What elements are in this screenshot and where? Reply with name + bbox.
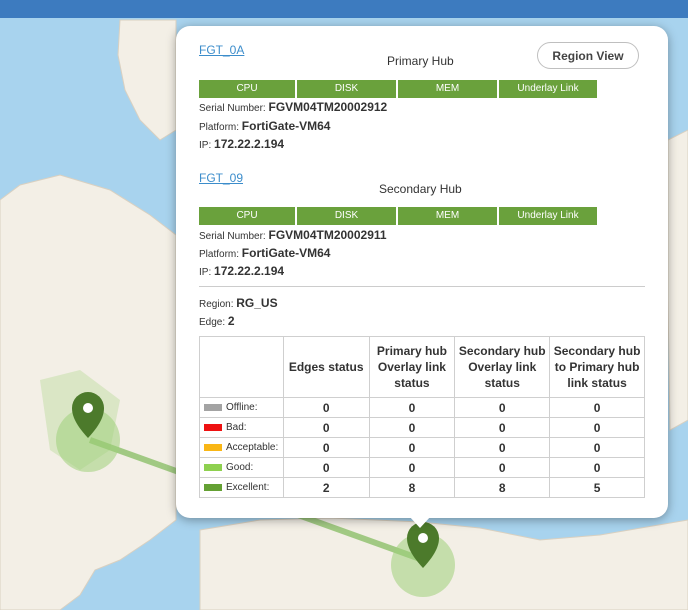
- secondary-serial-row: Serial Number: FGVM04TM20002911: [199, 228, 387, 242]
- secondary-underlay-indicator: Underlay Link: [499, 207, 597, 225]
- ip-value: 172.22.2.194: [214, 137, 285, 151]
- table-cell: 5: [549, 477, 645, 498]
- platform-value: FortiGate-VM64: [241, 246, 331, 260]
- hub-popup: FGT_0A Primary Hub Region View CPU DISK …: [176, 26, 668, 518]
- legend-cell: Offline:: [199, 397, 284, 418]
- ip-label: IP:: [199, 140, 212, 151]
- table-cell: 0: [282, 457, 370, 478]
- ip-value: 172.22.2.194: [214, 264, 285, 278]
- table-header-cell: Secondary hub Overlay link status: [454, 336, 551, 398]
- primary-cpu-indicator: CPU: [199, 80, 295, 98]
- bad-swatch: [204, 423, 222, 431]
- edge-value: 2: [227, 314, 235, 328]
- primary-serial-row: Serial Number: FGVM04TM20002912: [199, 100, 387, 114]
- table-cell: 0: [549, 457, 645, 478]
- legend-cell: Good:: [199, 457, 284, 478]
- serial-value: FGVM04TM20002912: [268, 100, 388, 114]
- legend-label: Good:: [226, 462, 254, 473]
- popup-pointer: [409, 516, 431, 528]
- primary-disk-indicator: DISK: [297, 80, 396, 98]
- primary-ip-row: IP: 172.22.2.194: [199, 137, 284, 151]
- table-header-cell: Primary hub Overlay link status: [368, 336, 456, 398]
- secondary-hub-role: Secondary Hub: [379, 182, 462, 196]
- network-node-icon: [418, 533, 428, 543]
- table-cell: 0: [282, 417, 370, 438]
- edge-row: Edge: 2: [199, 314, 235, 328]
- secondary-mem-indicator: MEM: [398, 207, 497, 225]
- table-row: Bad: 0 0 0 0: [199, 417, 645, 438]
- table-cell: 0: [454, 417, 551, 438]
- table-header-cell: Secondary hub to Primary hub link status: [549, 336, 645, 398]
- primary-mem-indicator: MEM: [398, 80, 497, 98]
- table-cell: 0: [549, 437, 645, 458]
- legend-cell: Excellent:: [199, 477, 284, 498]
- table-cell: 0: [368, 457, 456, 478]
- table-cell: 0: [282, 437, 370, 458]
- serial-value: FGVM04TM20002911: [268, 228, 387, 242]
- primary-platform-row: Platform: FortiGate-VM64: [199, 119, 330, 133]
- table-row: Good: 0 0 0 0: [199, 457, 645, 478]
- table-cell: 0: [282, 397, 370, 418]
- section-divider: [199, 286, 645, 287]
- legend-cell: Bad:: [199, 417, 284, 438]
- table-cell: 0: [454, 397, 551, 418]
- secondary-status-bar: CPU DISK MEM Underlay Link: [199, 207, 599, 225]
- region-view-button[interactable]: Region View: [537, 42, 639, 69]
- excellent-swatch: [204, 483, 222, 491]
- region-row: Region: RG_US: [199, 296, 278, 310]
- ip-label: IP:: [199, 267, 212, 278]
- platform-value: FortiGate-VM64: [241, 119, 331, 133]
- secondary-ip-row: IP: 172.22.2.194: [199, 264, 284, 278]
- table-header-row: Edges status Primary hub Overlay link st…: [199, 336, 645, 398]
- legend-label: Bad:: [226, 422, 247, 433]
- table-header-cell: [199, 336, 284, 398]
- secondary-platform-row: Platform: FortiGate-VM64: [199, 246, 330, 260]
- platform-label: Platform:: [199, 249, 240, 260]
- table-cell: 0: [368, 417, 456, 438]
- secondary-cpu-indicator: CPU: [199, 207, 295, 225]
- offline-swatch: [204, 403, 222, 411]
- table-cell: 0: [454, 457, 551, 478]
- secondary-disk-indicator: DISK: [297, 207, 396, 225]
- platform-label: Platform:: [199, 122, 240, 133]
- table-cell: 0: [549, 397, 645, 418]
- primary-hub-link[interactable]: FGT_0A: [199, 43, 244, 57]
- region-label: Region:: [199, 299, 234, 310]
- table-cell: 0: [368, 397, 456, 418]
- table-cell: 0: [454, 437, 551, 458]
- table-row: Offline: 0 0 0 0: [199, 397, 645, 418]
- link-status-table: Edges status Primary hub Overlay link st…: [199, 336, 645, 498]
- primary-underlay-indicator: Underlay Link: [499, 80, 597, 98]
- table-row: Excellent: 2 8 8 5: [199, 477, 645, 498]
- secondary-hub-link[interactable]: FGT_09: [199, 171, 243, 185]
- legend-label: Acceptable:: [226, 442, 279, 453]
- table-row: Acceptable: 0 0 0 0: [199, 437, 645, 458]
- good-swatch: [204, 463, 222, 471]
- table-cell: 8: [454, 477, 551, 498]
- table-cell: 2: [282, 477, 370, 498]
- legend-label: Excellent:: [226, 482, 270, 493]
- table-cell: 0: [549, 417, 645, 438]
- table-cell: 8: [368, 477, 456, 498]
- primary-status-bar: CPU DISK MEM Underlay Link: [199, 80, 599, 98]
- europe-landmass: [667, 129, 688, 431]
- table-cell: 0: [368, 437, 456, 458]
- legend-label: Offline:: [226, 402, 258, 413]
- acceptable-swatch: [204, 443, 222, 451]
- top-bar: [0, 0, 688, 18]
- legend-cell: Acceptable:: [199, 437, 284, 458]
- serial-label: Serial Number:: [199, 103, 266, 114]
- table-header-cell: Edges status: [282, 336, 370, 398]
- serial-label: Serial Number:: [199, 231, 266, 242]
- edge-label: Edge:: [199, 317, 226, 328]
- network-node-icon: [83, 403, 93, 413]
- primary-hub-role: Primary Hub: [387, 54, 454, 68]
- region-value: RG_US: [236, 296, 278, 310]
